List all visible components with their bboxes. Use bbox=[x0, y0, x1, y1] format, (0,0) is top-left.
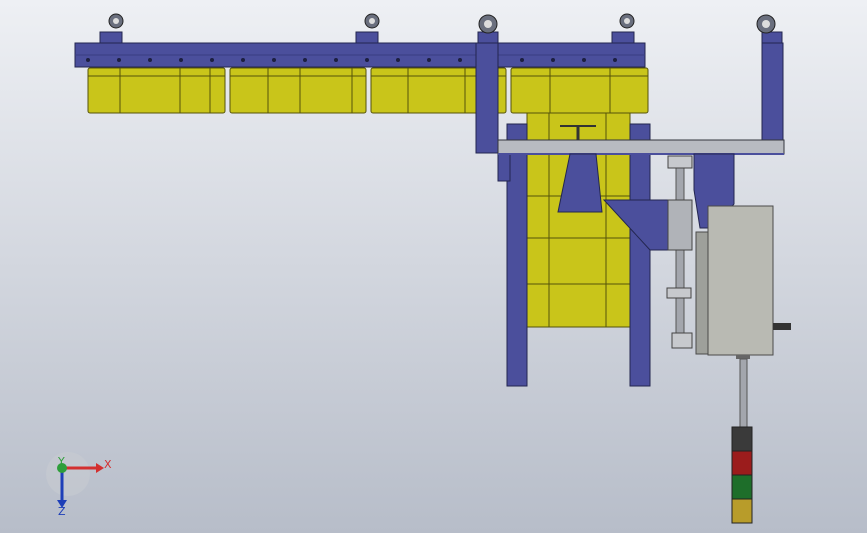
guide-rod bbox=[666, 155, 693, 349]
rail-bolt bbox=[148, 58, 152, 62]
frame-post-left bbox=[497, 123, 528, 387]
x-axis-label: X bbox=[104, 458, 112, 471]
axis-triad: X Y Z bbox=[46, 452, 112, 518]
rail-bolt bbox=[303, 58, 307, 62]
caster-wheel bbox=[611, 13, 635, 44]
top-rail bbox=[74, 42, 646, 68]
z-axis-label: Z bbox=[58, 505, 66, 518]
storage-bin bbox=[510, 67, 649, 114]
rail-bolt bbox=[241, 58, 245, 62]
y-axis-label: Y bbox=[57, 455, 65, 468]
rail-bolt bbox=[551, 58, 555, 62]
rail-bolt bbox=[396, 58, 400, 62]
rail-bolt bbox=[582, 58, 586, 62]
rail-bolt bbox=[210, 58, 214, 62]
rail-bolt bbox=[117, 58, 121, 62]
rail-bolt bbox=[334, 58, 338, 62]
signal-tower bbox=[731, 355, 753, 524]
caster-wheel bbox=[477, 14, 499, 44]
caster-wheel bbox=[355, 13, 380, 44]
rail-bolt bbox=[365, 58, 369, 62]
rail-bolt bbox=[458, 58, 462, 62]
caster-wheel bbox=[756, 14, 783, 44]
crossbeam bbox=[497, 139, 785, 155]
tower-light-segment bbox=[731, 498, 753, 524]
tower-light-segment bbox=[731, 450, 753, 476]
machine-model[interactable]: X Y Z bbox=[0, 0, 867, 533]
control-cabinet bbox=[695, 205, 791, 356]
caster-wheel bbox=[99, 13, 124, 44]
storage-bin bbox=[87, 67, 226, 114]
tower-light-segment bbox=[731, 474, 753, 500]
rail-bolt bbox=[520, 58, 524, 62]
rail-bolt bbox=[272, 58, 276, 62]
x-axis-arrowhead bbox=[96, 463, 104, 473]
frame-post-right bbox=[629, 123, 651, 387]
rail-bolt bbox=[613, 58, 617, 62]
cad-viewport[interactable]: X Y Z bbox=[0, 0, 867, 533]
tower-light-segment bbox=[731, 426, 753, 452]
storage-bin bbox=[229, 67, 367, 114]
rail-bolt bbox=[179, 58, 183, 62]
rail-bolt bbox=[86, 58, 90, 62]
rail-bolt bbox=[427, 58, 431, 62]
